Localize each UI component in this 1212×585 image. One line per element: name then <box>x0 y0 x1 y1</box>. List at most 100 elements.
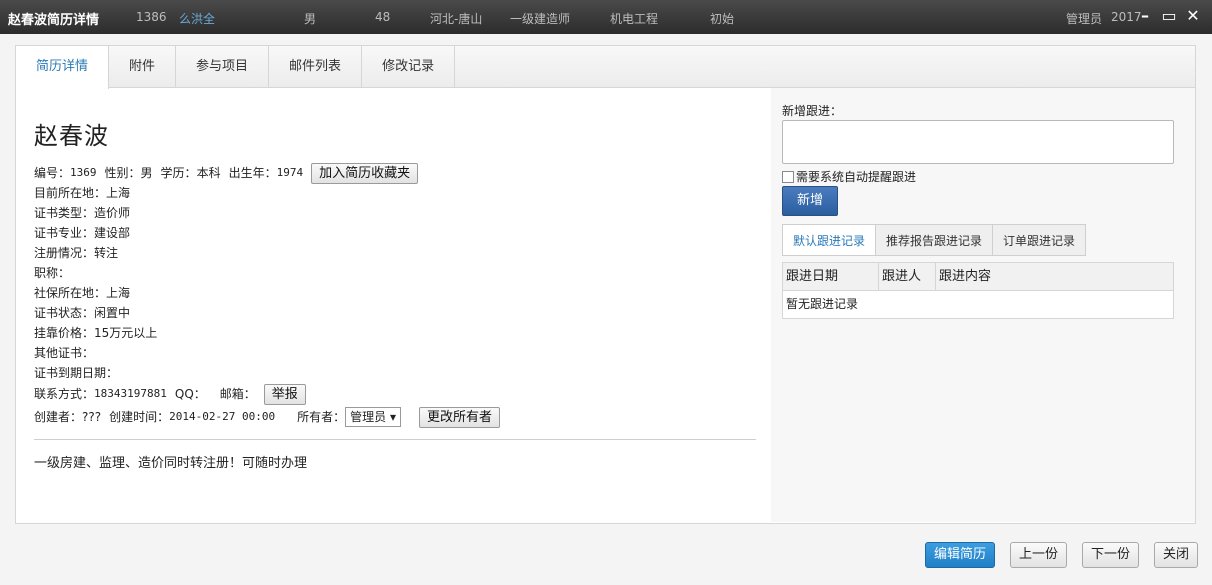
col-date: 跟进日期 <box>783 263 879 290</box>
table-header: 跟进日期 跟进人 跟进内容 <box>783 263 1173 291</box>
tab-order-followup[interactable]: 订单跟进记录 <box>993 224 1087 256</box>
creator-value: ??? <box>82 410 102 424</box>
field-label: 证书类型： <box>34 206 95 220</box>
field-label: 注册情况： <box>34 246 95 260</box>
close-icon[interactable]: ✕ <box>1182 6 1204 26</box>
edit-resume-button[interactable]: 编辑简历 <box>924 542 995 568</box>
field-row: 证书到期日期： <box>34 363 756 383</box>
col-person: 跟进人 <box>879 263 936 290</box>
bg-row-status: 初始 <box>710 12 735 26</box>
field-row: 注册情况： 转注 <box>34 243 756 263</box>
field-label: 证书专业： <box>34 226 95 240</box>
field-value: 建设部 <box>94 226 131 240</box>
owner-label: 所有者： <box>297 410 346 424</box>
bg-row-cert: 一级建造师 <box>510 12 571 26</box>
candidate-name: 赵春波 <box>34 122 109 150</box>
resume-detail: 赵春波 编号： 1369 性别： 男 学历： 本科 出生年： 1974 加入简历… <box>34 116 756 471</box>
remind-label: 需要系统自动提醒跟进 <box>796 170 917 184</box>
tab-bar: 简历详情 附件 参与项目 邮件列表 修改记录 <box>16 46 1195 89</box>
field-row: 职称： <box>34 263 756 283</box>
birth-label: 出生年： <box>228 166 277 180</box>
dialog-title: 赵春波简历详情 <box>8 13 100 28</box>
dialog-footer: 编辑简历 上一份 下一份 关闭 <box>924 542 1198 568</box>
next-button[interactable]: 下一份 <box>1081 542 1139 568</box>
field-label: 职称： <box>34 266 71 280</box>
email-label: 邮箱： <box>219 387 256 401</box>
contact-label: 联系方式： <box>34 387 95 401</box>
field-label: 证书到期日期： <box>34 366 119 380</box>
birth-value: 1974 <box>276 166 304 179</box>
remind-checkbox[interactable] <box>782 170 794 183</box>
followup-textarea[interactable] <box>782 120 1174 164</box>
field-row: 证书类型： 造价师 <box>34 203 756 223</box>
tab-projects[interactable]: 参与项目 <box>176 46 270 88</box>
contact-value: 18343197881 <box>94 387 167 400</box>
field-value: 上海 <box>106 286 131 300</box>
edu-label: 学历： <box>160 166 197 180</box>
bg-row-id: 1386 <box>136 10 167 24</box>
followup-table: 跟进日期 跟进人 跟进内容 暂无跟进记录 <box>782 262 1174 319</box>
owner-line: 创建者： ??? 创建时间： 2014-02-27 00:00 所有者： 管理员… <box>34 405 756 429</box>
remind-option[interactable]: 需要系统自动提醒跟进 <box>782 168 916 185</box>
divider <box>34 439 756 440</box>
tab-report-followup[interactable]: 推荐报告跟进记录 <box>876 224 994 256</box>
field-row: 目前所在地： 上海 <box>34 183 756 203</box>
tab-attachments[interactable]: 附件 <box>109 46 177 88</box>
field-label: 社保所在地： <box>34 286 107 300</box>
contact-line: 联系方式： 18343197881 QQ： 邮箱： 举报 <box>34 383 756 405</box>
tab-resume-detail[interactable]: 简历详情 <box>16 46 110 89</box>
field-value: 15万元以上 <box>94 326 158 340</box>
field-row: 证书专业： 建设部 <box>34 223 756 243</box>
owner-select[interactable]: 管理员 ▾ <box>345 407 401 427</box>
add-followup-button[interactable]: 新增 <box>782 186 838 216</box>
bg-row-age: 48 <box>375 10 391 24</box>
chevron-down-icon: ▾ <box>389 410 396 424</box>
field-value: 转注 <box>94 246 119 260</box>
report-button[interactable]: 举报 <box>263 383 306 405</box>
bg-row-location: 河北-唐山 <box>430 12 483 26</box>
owner-selected: 管理员 <box>350 410 387 424</box>
resume-remark: 一级房建、监理、造价同时转注册！可随时办理 <box>34 456 308 471</box>
bg-row-gender: 男 <box>304 12 317 26</box>
close-button[interactable]: 关闭 <box>1153 542 1198 568</box>
tab-change-log[interactable]: 修改记录 <box>362 46 456 88</box>
bg-row-major: 机电工程 <box>610 12 659 26</box>
resume-dialog: 简历详情 附件 参与项目 邮件列表 修改记录 赵春波 编号： 1369 性别： … <box>0 34 1212 585</box>
created-label: 创建时间： <box>109 410 170 424</box>
creator-label: 创建者： <box>34 410 83 424</box>
prev-button[interactable]: 上一份 <box>1009 542 1067 568</box>
field-row: 挂靠价格： 15万元以上 <box>34 323 756 343</box>
basic-info-line: 编号： 1369 性别： 男 学历： 本科 出生年： 1974 加入简历收藏夹 <box>34 162 756 184</box>
titlebar: 赵春波简历详情 1386 么洪全 男 48 河北-唐山 一级建造师 机电工程 初… <box>0 0 1212 34</box>
field-row: 证书状态： 闲置中 <box>34 303 756 323</box>
field-label: 证书状态： <box>34 306 95 320</box>
bg-row-user: 管理员 <box>1066 12 1103 26</box>
field-label: 挂靠价格： <box>34 326 95 340</box>
col-content: 跟进内容 <box>939 269 992 284</box>
followup-panel: 新增跟进： 需要系统自动提醒跟进 新增 默认跟进记录 推荐报告跟进记录 订单跟进… <box>771 88 1195 522</box>
field-row: 社保所在地： 上海 <box>34 283 756 303</box>
gender-label: 性别： <box>104 166 141 180</box>
edu-value: 本科 <box>196 166 221 180</box>
field-value: 闲置中 <box>94 306 131 320</box>
change-owner-button[interactable]: 更改所有者 <box>419 406 501 428</box>
id-value: 1369 <box>70 166 97 179</box>
minimize-icon[interactable]: – <box>1134 6 1156 26</box>
field-value: 造价师 <box>94 206 131 220</box>
field-label: 其他证书： <box>34 346 95 360</box>
content-panel: 简历详情 附件 参与项目 邮件列表 修改记录 赵春波 编号： 1369 性别： … <box>15 45 1196 524</box>
tab-default-followup[interactable]: 默认跟进记录 <box>782 224 877 256</box>
maximize-icon[interactable]: ▭ <box>1158 6 1180 26</box>
tab-emails[interactable]: 邮件列表 <box>269 46 363 88</box>
gender-value: 男 <box>140 166 153 180</box>
new-followup-label: 新增跟进： <box>782 104 843 118</box>
field-value: 上海 <box>106 186 131 200</box>
bg-row-name[interactable]: 么洪全 <box>179 10 215 27</box>
add-to-favorites-button[interactable]: 加入简历收藏夹 <box>311 162 419 184</box>
table-row: 暂无跟进记录 <box>786 297 859 311</box>
followup-tabs: 默认跟进记录 推荐报告跟进记录 订单跟进记录 <box>782 224 1087 256</box>
created-value: 2014-02-27 00:00 <box>169 410 276 423</box>
id-label: 编号： <box>34 166 71 180</box>
qq-label: QQ： <box>174 387 206 401</box>
field-row: 其他证书： <box>34 343 756 363</box>
